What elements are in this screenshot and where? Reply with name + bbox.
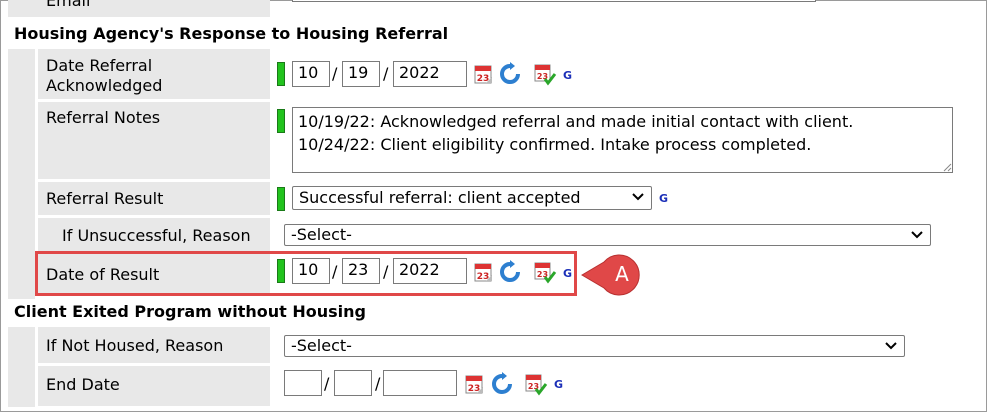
refresh-icon[interactable] <box>490 372 514 396</box>
end-date-month-input[interactable] <box>284 370 322 396</box>
if-not-housed-reason-label: If Not Housed, Reason <box>46 336 224 355</box>
referral-result-select[interactable]: Successful referral: client accepted <box>292 186 652 210</box>
calendar-check-icon[interactable]: 23 <box>533 62 557 86</box>
chevron-down-icon <box>911 231 923 239</box>
date-separator: / <box>332 64 338 83</box>
highlight-box <box>35 251 577 296</box>
resize-handle-icon[interactable] <box>940 160 952 172</box>
g-link[interactable]: G <box>659 193 668 205</box>
email-label: Email <box>46 0 91 10</box>
section-title-housing-response: Housing Agency's Response to Housing Ref… <box>14 24 449 43</box>
if-not-housed-reason-selected: -Select- <box>291 336 352 355</box>
date-referral-acknowledged-label-line2: Acknowledged <box>46 76 163 95</box>
if-unsuccessful-reason-label: If Unsuccessful, Reason <box>62 226 251 245</box>
required-indicator <box>277 109 285 133</box>
date-referral-acknowledged-label-line1: Date Referral <box>46 56 153 75</box>
section-title-client-exited: Client Exited Program without Housing <box>14 302 366 321</box>
referral-result-label: Referral Result <box>46 189 164 208</box>
referral-notes-label: Referral Notes <box>46 108 161 127</box>
if-not-housed-reason-select[interactable]: -Select- <box>284 335 905 357</box>
email-input[interactable] <box>292 0 816 2</box>
date-referral-year-input[interactable]: 2022 <box>393 61 467 87</box>
date-separator: / <box>324 374 330 393</box>
required-indicator <box>277 187 285 211</box>
referral-notes-textarea[interactable]: 10/19/22: Acknowledged referral and made… <box>292 107 953 173</box>
if-unsuccessful-reason-select[interactable]: -Select- <box>284 224 931 246</box>
date-referral-day-input[interactable]: 19 <box>342 61 380 87</box>
callout-label: A <box>615 262 629 286</box>
required-indicator <box>277 62 285 86</box>
end-date-day-input[interactable] <box>334 370 372 396</box>
calendar-check-icon[interactable]: 23 <box>524 372 548 396</box>
referral-result-selected: Successful referral: client accepted <box>299 188 581 207</box>
g-link[interactable]: G <box>563 70 572 82</box>
date-referral-month-input[interactable]: 10 <box>292 61 330 87</box>
end-date-year-input[interactable] <box>383 370 457 396</box>
indent-strip <box>8 49 35 299</box>
chevron-down-icon <box>632 193 644 201</box>
end-date-label: End Date <box>46 375 120 394</box>
calendar-icon[interactable]: 23 <box>463 372 487 396</box>
date-separator: / <box>383 64 389 83</box>
indent-strip <box>8 327 35 407</box>
chevron-down-icon <box>885 342 897 350</box>
date-separator: / <box>375 374 381 393</box>
refresh-icon[interactable] <box>498 62 522 86</box>
g-link[interactable]: G <box>554 379 563 391</box>
calendar-icon[interactable]: 23 <box>472 62 496 86</box>
if-unsuccessful-reason-selected: -Select- <box>291 225 352 244</box>
